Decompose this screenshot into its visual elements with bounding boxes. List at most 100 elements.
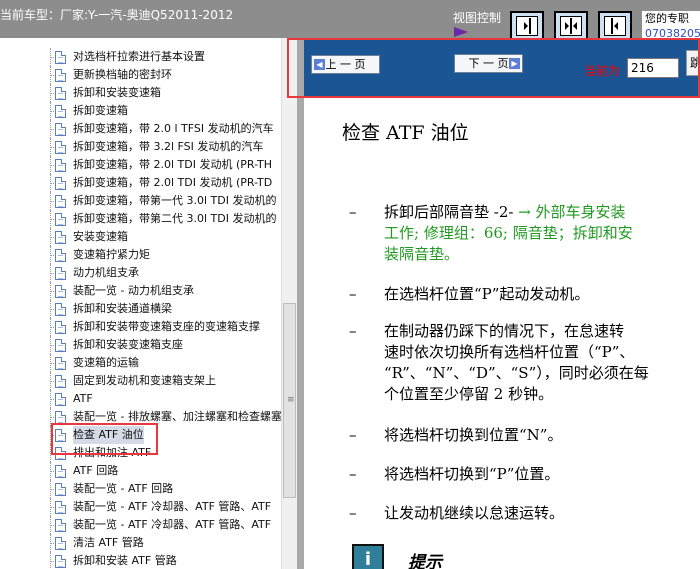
- tree-item[interactable]: ATF 回路: [0, 462, 281, 480]
- tree-item[interactable]: 拆卸变速箱，带 2.0l TDI 发动机 (PR-TD: [0, 174, 281, 192]
- tree-item-label: 变速箱的运输: [73, 356, 139, 369]
- tree-item[interactable]: 排出和加注 ATF: [0, 444, 281, 462]
- cross-reference-link[interactable]: → 外部车身安装: [518, 203, 625, 221]
- tree-item-label: 装配一览 - 动力机组支承: [73, 284, 194, 297]
- tree-item[interactable]: 装配一览 - ATF 冷却器、ATF 管路、ATF: [0, 498, 281, 516]
- info-icon: i: [352, 544, 384, 569]
- tree-item[interactable]: 装配一览 - ATF 冷却器、ATF 管路、ATF: [0, 516, 281, 534]
- tree-item[interactable]: 动力机组支承: [0, 264, 281, 282]
- tree-item[interactable]: ATF: [0, 390, 281, 408]
- prev-page-button[interactable]: ◀ 上 一 页: [311, 55, 380, 74]
- tree-item[interactable]: 拆卸变速箱，带第二代 3.0l TDI 发动机的: [0, 210, 281, 228]
- tree-item[interactable]: 装配一览 - ATF 回路: [0, 480, 281, 498]
- step-text-line: 个位置至少停留 2 秒钟。: [384, 385, 554, 403]
- tree-item[interactable]: 拆卸和安装 ATF 管路: [0, 552, 281, 569]
- tree-item[interactable]: 拆卸和安装带变速箱支座的变速箱支撑: [0, 318, 281, 336]
- tree-item[interactable]: 拆卸和安装变速箱支座: [0, 336, 281, 354]
- tree-item-label: 拆卸变速箱，带 3.2l FSI 发动机的汽车: [73, 140, 264, 153]
- document-icon: [55, 537, 66, 550]
- cross-reference-link[interactable]: 工作; 修理组：66; 隔音垫；拆卸和安: [384, 224, 633, 242]
- view-control-label: 视图控制: [453, 11, 502, 25]
- tree-item-label: 装配一览 - 排放螺塞、加注螺塞和检查螺塞: [73, 410, 281, 423]
- tree-item-label: 排出和加注 ATF: [73, 446, 152, 459]
- tree-item[interactable]: 拆卸变速箱，带 2.0 l TFSI 发动机的汽车: [0, 120, 281, 138]
- tree-item-label: 检查 ATF 油位: [73, 426, 144, 444]
- tree-item[interactable]: 对选档杆拉索进行基本设置: [0, 48, 281, 66]
- document-icon: [55, 411, 66, 424]
- tree-item-label: ATF: [73, 392, 93, 405]
- view-left-panel-button[interactable]: [510, 11, 544, 38]
- document-icon: [55, 465, 66, 478]
- document-icon: [55, 519, 66, 532]
- tree-item[interactable]: 装配一览 - 排放螺塞、加注螺塞和检查螺塞: [0, 408, 281, 426]
- step-bullet: –: [349, 465, 357, 483]
- tree-item[interactable]: 变速箱拧紧力矩: [0, 246, 281, 264]
- user-phone: 07038205: [645, 27, 700, 38]
- view-split-button[interactable]: [554, 11, 588, 38]
- go-button[interactable]: 跳: [686, 50, 700, 76]
- document-icon: [55, 375, 66, 388]
- next-page-label: 下 一 页: [468, 57, 509, 70]
- document-icon: [55, 285, 66, 298]
- flag-icon: [454, 27, 468, 37]
- document-icon: [55, 231, 66, 244]
- tree-item[interactable]: 拆卸和安装通道横梁: [0, 300, 281, 318]
- tree-item[interactable]: 固定到发动机和变速箱支架上: [0, 372, 281, 390]
- document-icon: [55, 69, 66, 82]
- document-icon: [55, 339, 66, 352]
- step-bullet: –: [349, 426, 357, 444]
- tree-scrollbar[interactable]: ≡: [281, 38, 297, 569]
- document-icon: [55, 303, 66, 316]
- tree-item[interactable]: 更新换档轴的密封环: [0, 66, 281, 84]
- document-icon: [55, 501, 66, 514]
- view-right-panel-button[interactable]: [598, 11, 632, 38]
- step-bullet: –: [349, 285, 357, 303]
- tree-item[interactable]: 安装变速箱: [0, 228, 281, 246]
- document-icon: [55, 159, 66, 172]
- arrow-left-icon: ◀: [314, 59, 325, 70]
- tree-item[interactable]: 清洁 ATF 管路: [0, 534, 281, 552]
- tree-item[interactable]: 检查 ATF 油位: [0, 426, 281, 444]
- tree-item-label: 拆卸变速箱，带第二代 3.0l TDI 发动机的: [73, 212, 277, 225]
- user-info: 您的专职 07038205: [642, 11, 700, 38]
- tree-item-label: 拆卸和安装带变速箱支座的变速箱支撑: [73, 320, 260, 333]
- step-text: 在选档杆位置“P”起动发动机。: [384, 285, 590, 303]
- step-text: 将选档杆切换到位置“N”。: [384, 426, 563, 444]
- tree-scrollbar-thumb[interactable]: ≡: [283, 303, 296, 498]
- next-page-button[interactable]: 下 一 页 ▶: [454, 54, 523, 73]
- document-icon: [55, 555, 66, 568]
- tree-item[interactable]: 拆卸变速箱，带 3.2l FSI 发动机的汽车: [0, 138, 281, 156]
- tree-item-label: 拆卸变速箱，带第一代 3.0l TDI 发动机的: [73, 194, 277, 207]
- step-bullet: –: [349, 504, 357, 522]
- tree-item-label: 拆卸和安装变速箱支座: [73, 338, 183, 351]
- tree-item[interactable]: 拆卸变速箱，带第一代 3.0l TDI 发动机的: [0, 192, 281, 210]
- tree-item-label: 清洁 ATF 管路: [73, 536, 144, 549]
- tree-item-label: 安装变速箱: [73, 230, 128, 243]
- tree-item[interactable]: 拆卸变速箱: [0, 102, 281, 120]
- prev-page-label: 上 一 页: [325, 58, 366, 71]
- tree-item-label: 拆卸和安装变速箱: [73, 86, 161, 99]
- cross-reference-link[interactable]: 装隔音垫。: [384, 245, 459, 263]
- tree-item-label: 拆卸变速箱，带 2.0l TDI 发动机 (PR-TD: [73, 176, 273, 189]
- tree-item-label: 对选档杆拉索进行基本设置: [73, 50, 205, 63]
- arrow-right-icon: ▶: [509, 58, 520, 69]
- document-icon: [55, 87, 66, 100]
- current-page-input[interactable]: [627, 58, 679, 78]
- tree-item[interactable]: 装配一览 - 动力机组支承: [0, 282, 281, 300]
- document-icon: [55, 213, 66, 226]
- tree-item[interactable]: 变速箱的运输: [0, 354, 281, 372]
- current-page-label: 当前为: [584, 64, 621, 78]
- tree-item[interactable]: 拆卸变速箱，带 2.0l TDI 发动机 (PR-TH: [0, 156, 281, 174]
- document-icon: [55, 123, 66, 136]
- tree-panel: 对选档杆拉索进行基本设置 更新换档轴的密封环 拆卸和安装变速箱 拆卸变速箱 拆卸变速箱，…: [0, 38, 281, 569]
- tree-item-label: 装配一览 - ATF 冷却器、ATF 管路、ATF: [73, 518, 272, 531]
- step-bullet: –: [349, 203, 357, 221]
- tree-item[interactable]: 拆卸和安装变速箱: [0, 84, 281, 102]
- vehicle-title: 当前车型：厂家:Y-一汽-奥迪Q52011-2012: [0, 8, 234, 22]
- step-text-part: 拆卸后部隔音垫 -2-: [384, 203, 519, 221]
- step-text-line: 速时依次切换所有选档杆位置（“P”、: [384, 343, 635, 361]
- tip-label: 提示: [408, 553, 442, 569]
- tree-item-label: 拆卸和安装通道横梁: [73, 302, 172, 315]
- tree-item-label: 动力机组支承: [73, 266, 139, 279]
- panel-splitter[interactable]: [297, 38, 304, 569]
